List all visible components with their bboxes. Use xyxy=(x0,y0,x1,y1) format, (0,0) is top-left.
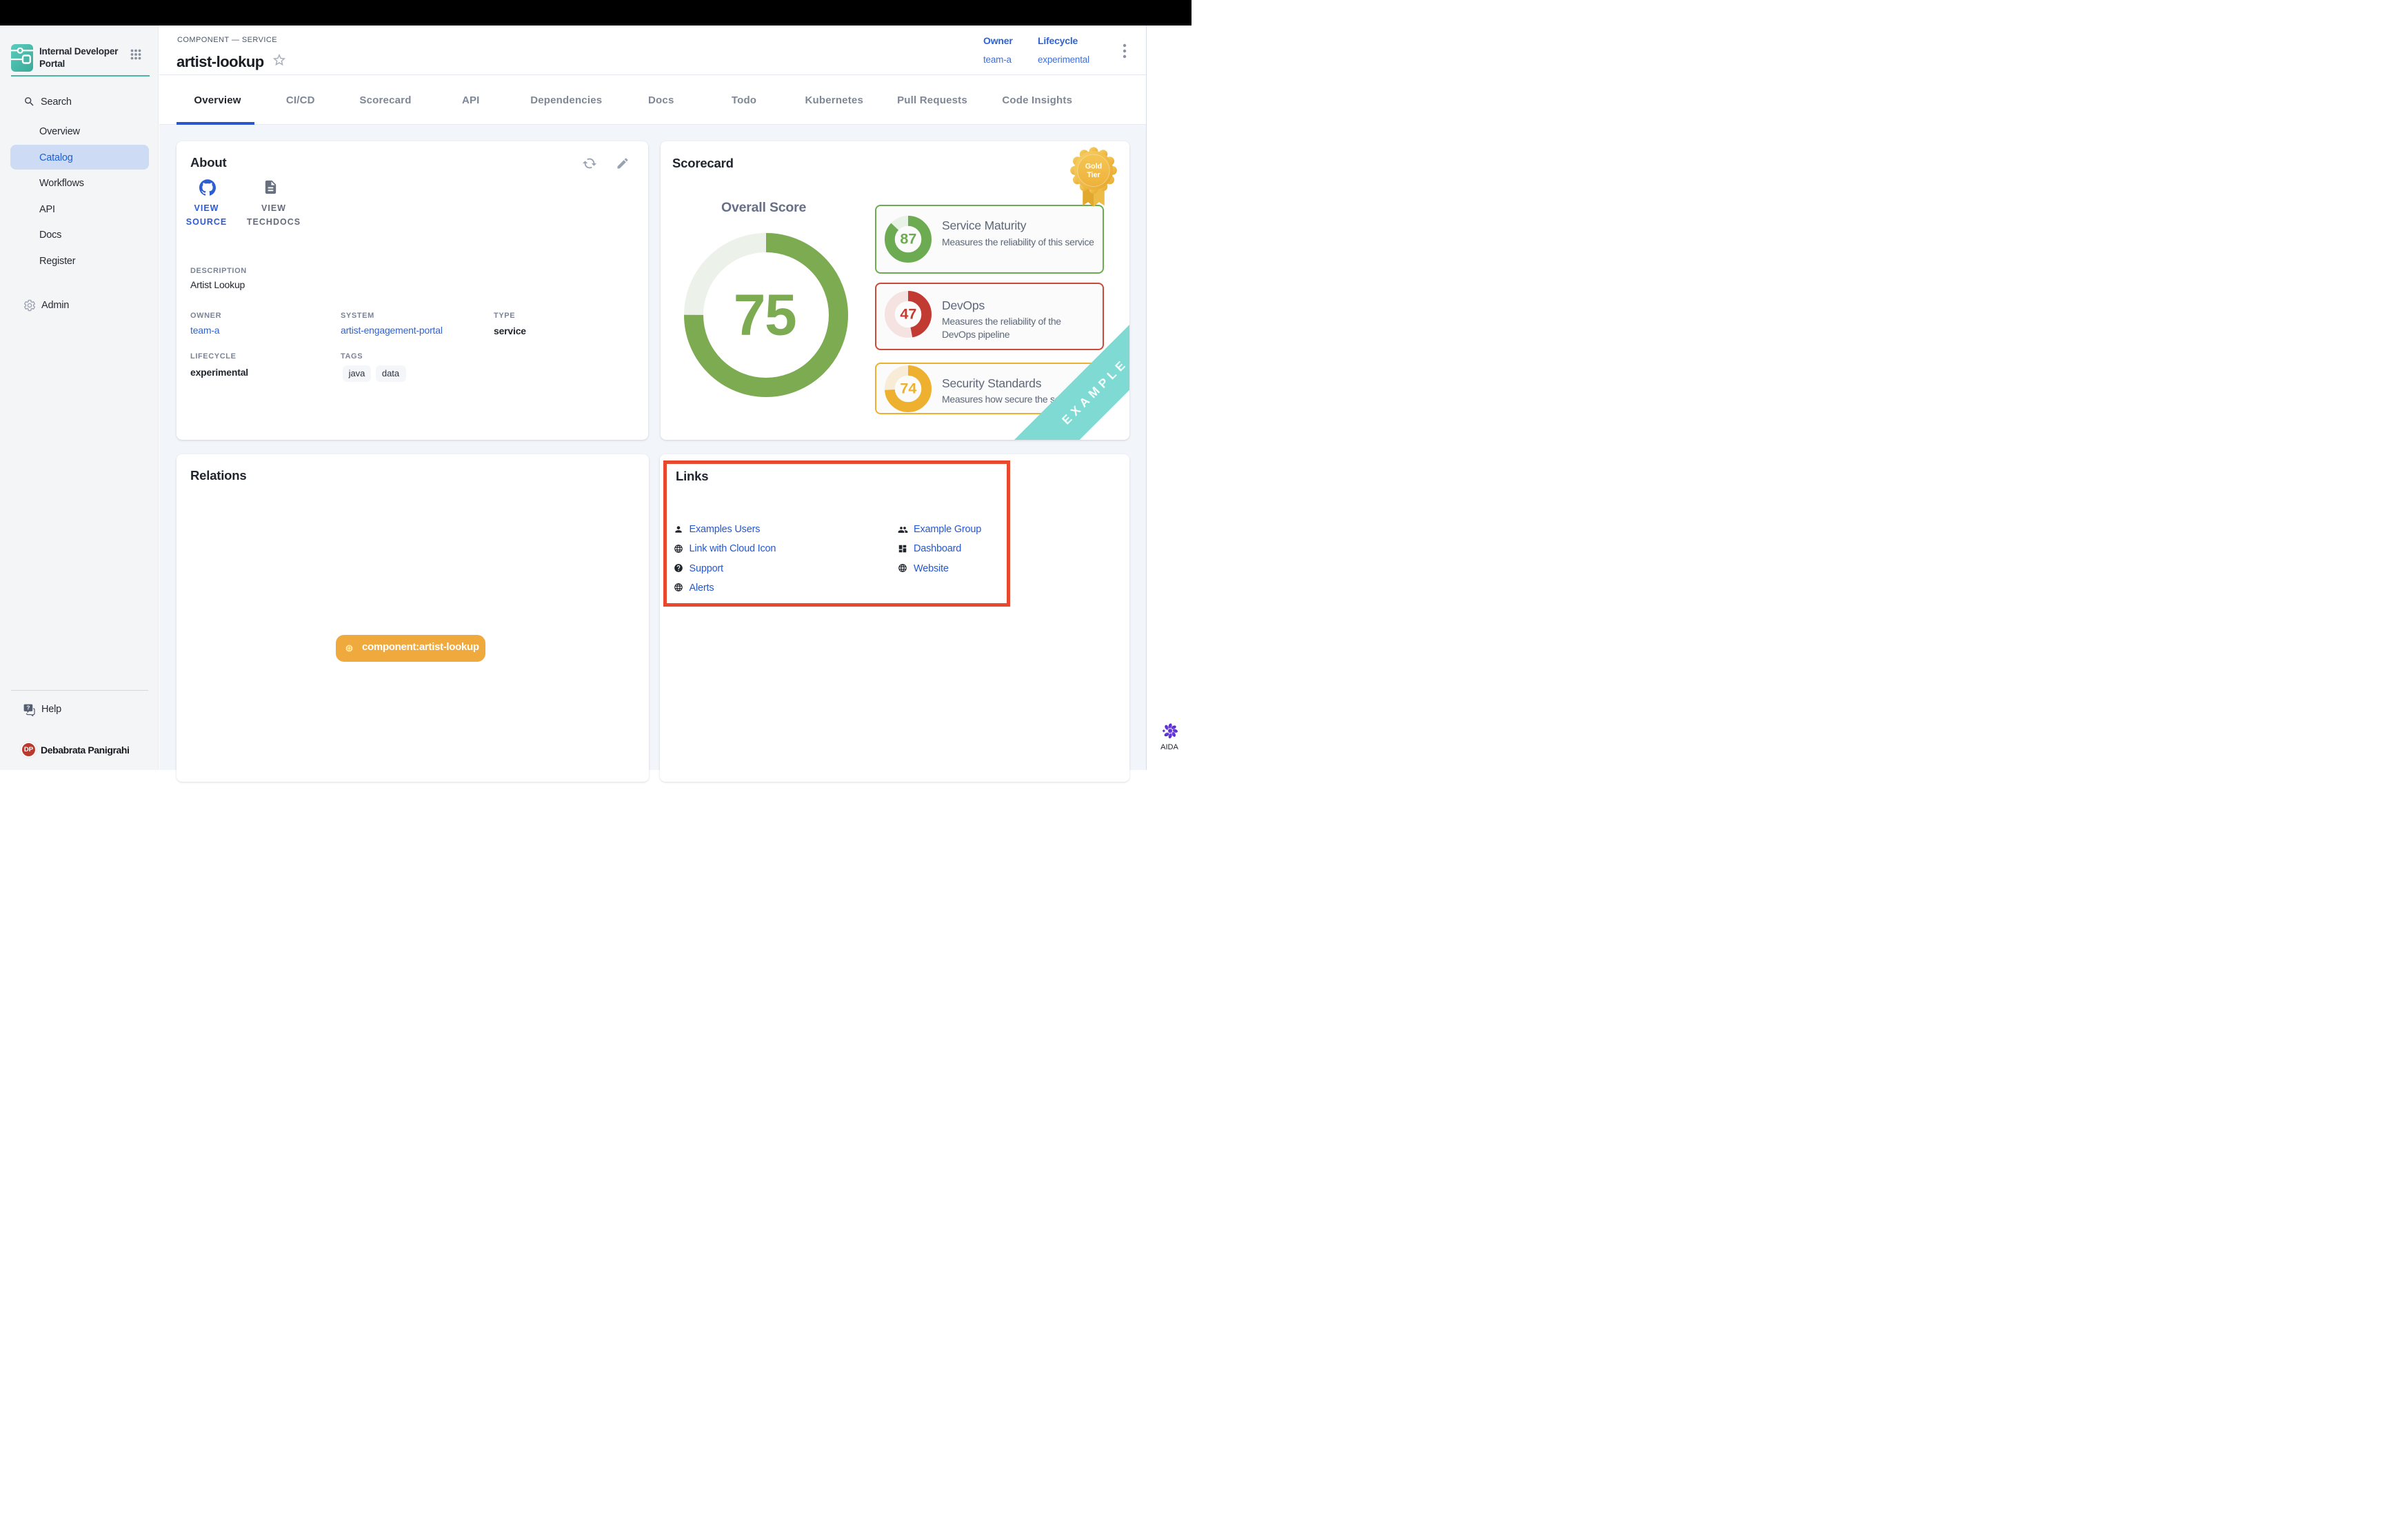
svg-text:?: ? xyxy=(26,704,30,711)
svg-text:Gold: Gold xyxy=(1085,162,1102,170)
svg-text:Tier: Tier xyxy=(1087,171,1100,179)
